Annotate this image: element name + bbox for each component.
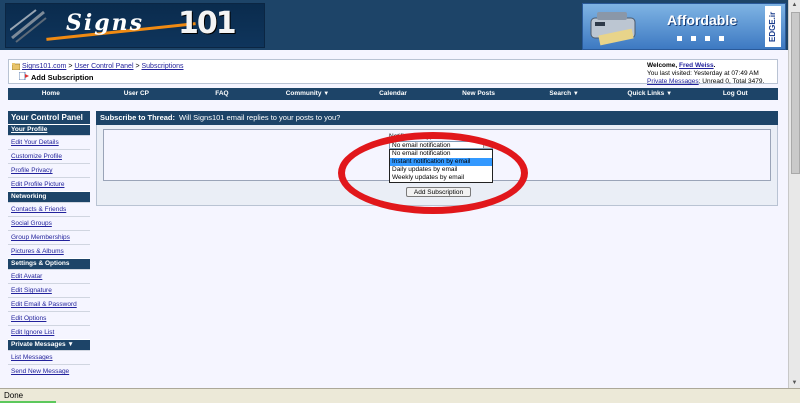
sidebar-item-edit-signature[interactable]: Edit Signature	[8, 283, 90, 297]
notification-fieldset: Notification Type: No email notification…	[103, 129, 771, 183]
user-link[interactable]: Fred Weiss	[679, 62, 714, 69]
sidebar-section-settings: Settings & Options	[8, 258, 90, 269]
sidebar-section-label: Your Profile	[11, 126, 48, 133]
logo-number: 101	[178, 6, 237, 41]
option-instant[interactable]: Instant notification by email	[390, 158, 492, 166]
form-title-bold: Subscribe to Thread:	[100, 113, 176, 122]
control-panel-sidebar: Your Control Panel Your Profile Edit You…	[8, 111, 90, 378]
subscription-form: Subscribe to Thread: Will Signs101 email …	[96, 111, 778, 206]
site-logo[interactable]: Signs 101	[5, 3, 265, 48]
nav-label: Community	[285, 90, 322, 97]
caret-down-icon: ▼	[572, 91, 579, 97]
notification-type-label: Notification Type:	[389, 133, 439, 140]
sidebar-item-contacts[interactable]: Contacts & Friends	[8, 202, 90, 216]
ad-dots	[677, 36, 733, 43]
sidebar-title: Your Control Panel	[8, 111, 90, 124]
main-navbar: Home User CP FAQ Community ▼ Calendar Ne…	[8, 88, 778, 100]
sidebar-item-customize-profile[interactable]: Customize Profile	[8, 149, 90, 163]
pm-stats: : Unread 0, Total 3479.	[698, 78, 765, 85]
caret-down-icon: ▼	[666, 91, 673, 97]
nav-new-posts[interactable]: New Posts	[436, 88, 522, 100]
select-value: No email notification	[392, 142, 451, 149]
ad-brand: EDGE.ir	[765, 6, 781, 47]
form-title-text: Will Signs101 email replies to your post…	[179, 113, 341, 122]
sidebar-item-group-memberships[interactable]: Group Memberships	[8, 230, 90, 244]
ad-text: Affordable	[667, 12, 737, 28]
private-messages-link[interactable]: Private Messages	[647, 78, 699, 85]
page-title: Add Subscription	[31, 73, 94, 82]
banner-ad[interactable]: Affordable EDGE.ir	[582, 3, 786, 50]
sidebar-item-profile-privacy[interactable]: Profile Privacy	[8, 163, 90, 177]
browser-viewport: Signs 101 Affordable EDGE.ir Signs101.co…	[0, 0, 788, 388]
nav-community[interactable]: Community ▼	[265, 88, 351, 100]
breadcrumb-link-usercp[interactable]: User Control Panel	[74, 63, 133, 70]
nav-faq[interactable]: FAQ	[179, 88, 265, 100]
sidebar-section-label: Private Messages	[11, 341, 66, 348]
nav-quick-links[interactable]: Quick Links ▼	[607, 88, 693, 100]
caret-down-icon: ▼	[67, 341, 74, 348]
sidebar-item-edit-options[interactable]: Edit Options	[8, 311, 90, 325]
status-text: Done	[4, 391, 24, 400]
breadcrumb-link-home[interactable]: Signs101.com	[22, 63, 66, 70]
option-weekly[interactable]: Weekly updates by email	[390, 174, 492, 182]
nav-log-out[interactable]: Log Out	[693, 88, 779, 100]
logo-text: Signs	[66, 10, 145, 36]
nav-label: Calendar	[379, 90, 407, 97]
sidebar-item-pictures-albums[interactable]: Pictures & Albums	[8, 244, 90, 258]
nav-label: New Posts	[462, 90, 496, 97]
sidebar-item-list-messages[interactable]: List Messages	[8, 350, 90, 364]
folder-icon	[12, 63, 20, 70]
sidebar-item-edit-avatar[interactable]: Edit Avatar	[8, 269, 90, 283]
sidebar-section-private-messages[interactable]: Private Messages ▼	[8, 339, 90, 350]
scroll-down-icon[interactable]: ▼	[789, 378, 800, 388]
nav-usercp[interactable]: User CP	[94, 88, 180, 100]
tools-icon	[10, 9, 47, 43]
notification-type-select[interactable]: No email notification ▼	[389, 141, 493, 149]
sidebar-item-send-new-message[interactable]: Send New Message	[8, 364, 90, 378]
sidebar-item-edit-profile-picture[interactable]: Edit Profile Picture	[8, 177, 90, 191]
nav-label: FAQ	[215, 90, 229, 97]
nav-label: Home	[41, 90, 60, 97]
welcome-box: Welcome, Fred Weiss. You last visited: Y…	[647, 62, 765, 85]
sidebar-item-edit-details[interactable]: Edit Your Details	[8, 135, 90, 149]
sidebar-section-networking: Networking	[8, 191, 90, 202]
sidebar-item-edit-ignore-list[interactable]: Edit Ignore List	[8, 325, 90, 339]
breadcrumb: Signs101.com > User Control Panel > Subs…	[22, 63, 184, 70]
nav-search[interactable]: Search ▼	[521, 88, 607, 100]
welcome-greeting: Welcome,	[647, 62, 678, 69]
add-subscription-button[interactable]: Add Subscription	[406, 187, 471, 197]
notification-type-options: No email notification Instant notificati…	[389, 149, 493, 183]
scroll-up-icon[interactable]: ▲	[789, 0, 800, 10]
breadcrumb-separator: >	[135, 63, 140, 70]
breadcrumb-separator: >	[68, 63, 73, 70]
nav-label: User CP	[123, 90, 149, 97]
option-daily[interactable]: Daily updates by email	[390, 166, 492, 174]
breadcrumb-link-subscriptions[interactable]: Subscriptions	[142, 63, 184, 70]
nav-label: Quick Links	[627, 90, 665, 97]
document-icon	[19, 72, 29, 80]
form-title: Subscribe to Thread: Will Signs101 email …	[96, 111, 778, 125]
sidebar-item-social-groups[interactable]: Social Groups	[8, 216, 90, 230]
vertical-scrollbar[interactable]: ▲ ▼	[788, 0, 800, 388]
nav-home[interactable]: Home	[8, 88, 94, 100]
site-header: Signs 101 Affordable EDGE.ir	[0, 0, 788, 50]
scrollbar-thumb[interactable]	[791, 12, 800, 174]
breadcrumb-box: Signs101.com > User Control Panel > Subs…	[8, 59, 778, 85]
option-no-email[interactable]: No email notification	[390, 150, 492, 158]
sidebar-section-your-profile[interactable]: Your Profile	[8, 124, 90, 135]
chevron-down-icon[interactable]: ▼	[483, 142, 492, 148]
nav-calendar[interactable]: Calendar	[350, 88, 436, 100]
status-bar: Done	[0, 388, 800, 403]
last-visited: You last visited: Yesterday at 07:49 AM	[647, 70, 759, 77]
nav-label: Search	[549, 90, 572, 97]
caret-down-icon: ▼	[323, 91, 330, 97]
sidebar-item-edit-email-password[interactable]: Edit Email & Password	[8, 297, 90, 311]
printer-icon	[590, 12, 636, 46]
nav-label: Log Out	[722, 90, 748, 97]
